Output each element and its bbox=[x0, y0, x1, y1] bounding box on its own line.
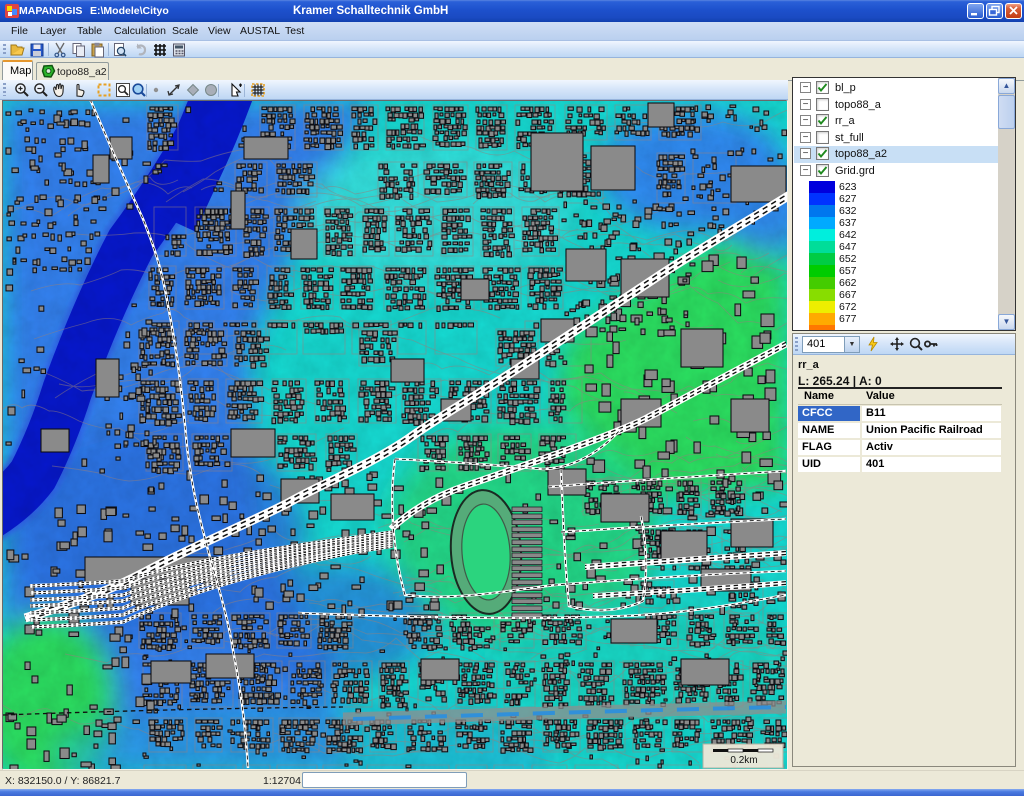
svg-text:0.2km: 0.2km bbox=[730, 755, 757, 766]
